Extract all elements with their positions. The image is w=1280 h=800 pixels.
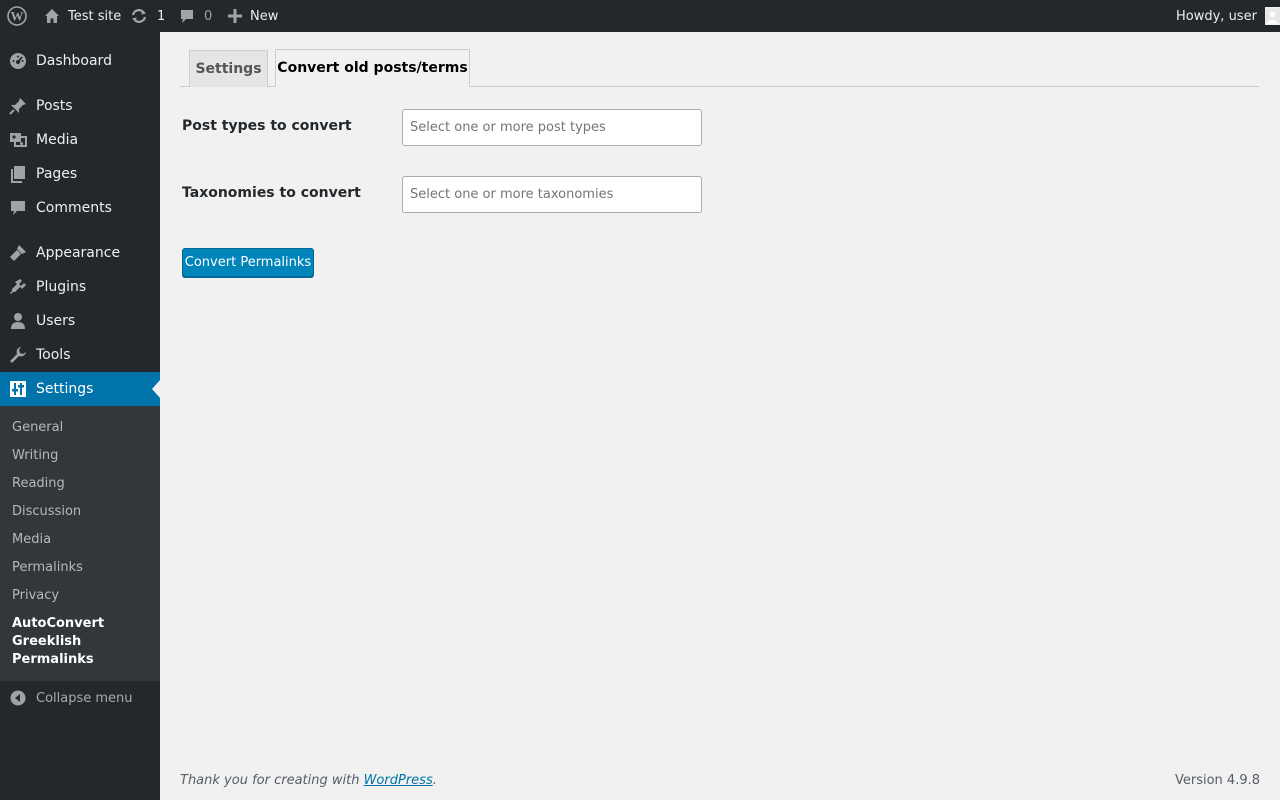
updates-count: 1 (157, 8, 166, 24)
new-label: New (250, 8, 279, 24)
convert-permalinks-button[interactable]: Convert Permalinks (182, 248, 314, 277)
taxonomies-label: Taxonomies to convert (182, 185, 361, 201)
avatar (1264, 7, 1280, 25)
menu-label: Tools (36, 347, 71, 363)
home-icon (44, 8, 68, 24)
collapse-menu-label: Collapse menu (36, 690, 133, 706)
menu-item-tools[interactable]: Tools (0, 338, 160, 372)
post-types-label: Post types to convert (182, 118, 352, 134)
settings-icon (0, 372, 36, 406)
wordpress-logo-icon[interactable]: W (0, 0, 34, 32)
menu-label: Appearance (36, 245, 121, 261)
comment-icon (0, 191, 36, 225)
site-name-link[interactable]: Test site (44, 0, 121, 32)
taxonomies-select[interactable]: Select one or more taxonomies (402, 176, 702, 213)
admin-bar: W Test site 1 0 New Howdy, user (0, 0, 1280, 32)
menu-item-plugins[interactable]: Plugins (0, 270, 160, 304)
pin-icon (0, 89, 36, 123)
menu-item-appearance[interactable]: Appearance (0, 236, 160, 270)
media-icon (0, 123, 36, 157)
menu-label: Plugins (36, 279, 87, 295)
user-icon (0, 304, 36, 338)
refresh-icon (130, 8, 157, 24)
updates-link[interactable]: 1 (130, 0, 165, 32)
footer-thanks: Thank you for creating with WordPress. (180, 773, 437, 788)
plus-icon (228, 9, 250, 23)
footer-thanks-suffix: . (432, 773, 437, 788)
comment-bubble-icon (179, 8, 204, 24)
collapse-menu-button[interactable]: Collapse menu (0, 686, 160, 710)
main-content: Settings Convert old posts/terms Post ty… (160, 32, 1280, 800)
submenu-item-general[interactable]: General (12, 419, 63, 437)
menu-item-posts[interactable]: Posts (0, 89, 160, 123)
submenu-item-writing[interactable]: Writing (12, 447, 58, 465)
nav-tabs: Settings Convert old posts/terms (180, 32, 1259, 87)
menu-item-dashboard[interactable]: Dashboard (0, 44, 160, 78)
menu-item-users[interactable]: Users (0, 304, 160, 338)
submenu-item-reading[interactable]: Reading (12, 475, 65, 493)
menu-label: Users (36, 313, 76, 329)
footer-thanks-prefix: Thank you for creating with (180, 773, 364, 788)
comments-count: 0 (204, 8, 213, 24)
brush-icon (0, 236, 36, 270)
submenu-item-privacy[interactable]: Privacy (12, 587, 59, 605)
menu-item-pages[interactable]: Pages (0, 157, 160, 191)
settings-submenu: General Writing Reading Discussion Media… (0, 406, 160, 681)
new-content-link[interactable]: New (228, 0, 278, 32)
plugin-icon (0, 270, 36, 304)
menu-item-comments[interactable]: Comments (0, 191, 160, 225)
post-types-select[interactable]: Select one or more post types (402, 109, 702, 146)
collapse-arrow-icon (0, 690, 36, 706)
menu-label: Settings (36, 381, 94, 397)
menu-label: Posts (36, 98, 73, 114)
menu-label: Pages (36, 166, 78, 182)
menu-item-media[interactable]: Media (0, 123, 160, 157)
footer-version: Version 4.9.8 (1174, 773, 1260, 788)
menu-item-settings[interactable]: Settings (0, 372, 160, 406)
dashboard-icon (0, 44, 36, 78)
submenu-item-media[interactable]: Media (12, 531, 51, 549)
site-name: Test site (68, 8, 122, 24)
submenu-item-permalinks[interactable]: Permalinks (12, 559, 83, 577)
pages-icon (0, 157, 36, 191)
greeting: Howdy, user (1176, 8, 1257, 24)
my-account-link[interactable]: Howdy, user (1176, 0, 1280, 32)
submenu-item-autoconvert-greeklish-permalinks[interactable]: AutoConvert Greeklish Permalinks (12, 615, 152, 669)
menu-label: Comments (36, 200, 112, 216)
tab-convert-old-posts-terms[interactable]: Convert old posts/terms (275, 49, 470, 87)
svg-text:W: W (11, 9, 24, 24)
submenu-item-discussion[interactable]: Discussion (12, 503, 81, 521)
comments-link[interactable]: 0 (179, 0, 212, 32)
menu-label: Media (36, 132, 79, 148)
tab-settings[interactable]: Settings (189, 50, 268, 87)
menu-label: Dashboard (36, 53, 112, 69)
wordpress-link[interactable]: WordPress (364, 773, 433, 788)
admin-menu: Dashboard Posts Media Pages Comments App… (0, 32, 160, 800)
wrench-icon (0, 338, 36, 372)
